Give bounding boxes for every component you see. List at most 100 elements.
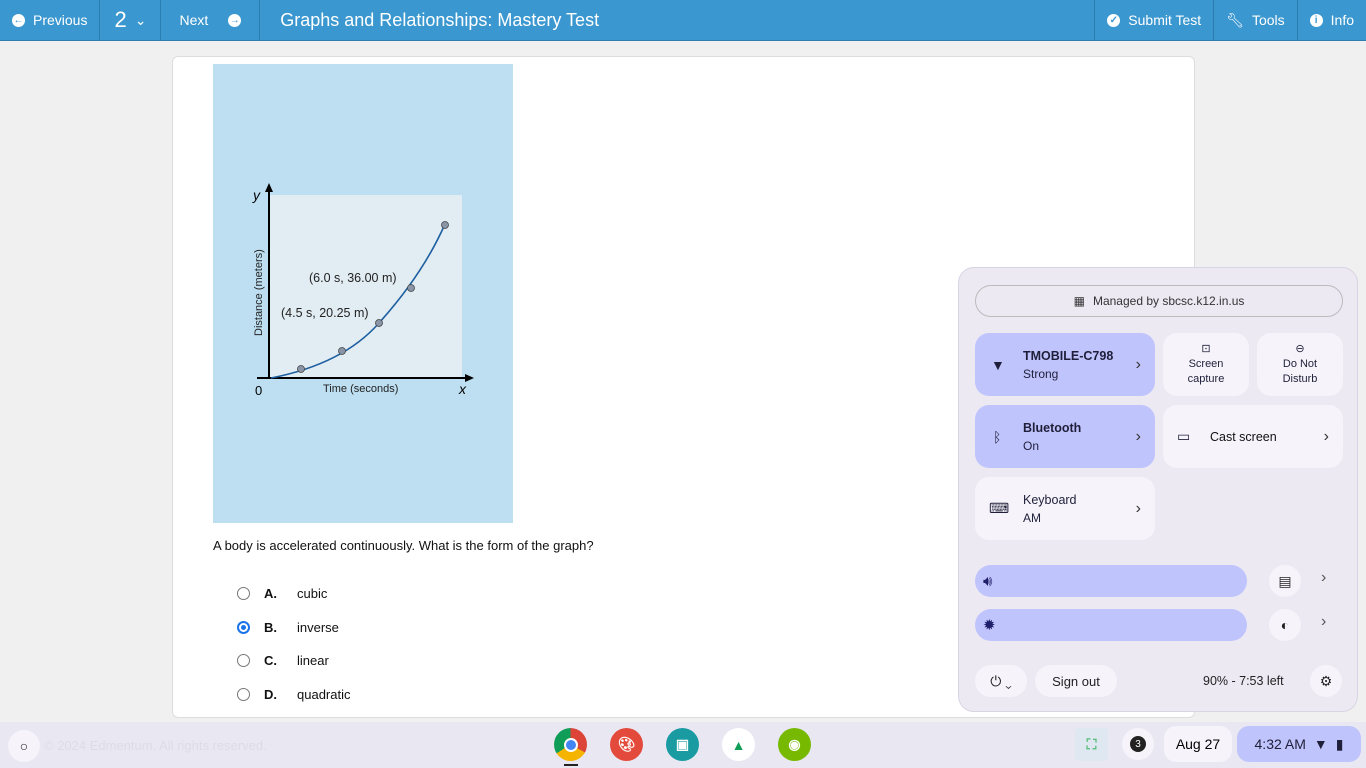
x-axis-letter: x [458,381,467,397]
option-b[interactable]: B. inverse [237,620,339,635]
status-area-button[interactable]: 4:32 AM ▼ ▮ [1237,726,1361,762]
question-number: 2 [114,7,127,32]
info-button[interactable]: i Info [1296,0,1366,40]
chevron-right-icon: › [1135,499,1141,517]
cast-screen-tile[interactable]: ▭ Cast screen › [1163,405,1343,468]
submit-label: Submit Test [1128,12,1202,28]
info-icon: i [1309,13,1323,27]
radio-button-selected[interactable] [237,621,250,634]
bluetooth-tile[interactable]: ᛒ Bluetooth On › [975,405,1155,468]
chevron-right-icon: › [1135,355,1141,373]
brightness-icon: ✹ [983,617,996,634]
cast-label: Cast screen [1210,429,1277,444]
graph-figure: y x 0 Time (seconds) Distance (meters) (… [213,64,513,523]
next-label: Next [179,12,209,28]
building-icon: ▦ [1073,294,1085,308]
gear-icon: ⚙ [1319,672,1333,689]
notification-badge[interactable]: 3 [1122,728,1154,760]
cast-icon: ▭ [1177,428,1191,444]
audio-settings-chevron-icon[interactable]: › [1321,569,1326,587]
graph-svg: y x 0 Time (seconds) Distance (meters) (… [252,183,474,398]
question-selector[interactable]: 2 ⌄ [100,0,162,40]
option-letter: C. [264,653,277,668]
tote-icon[interactable]: ⛶ [1075,728,1108,761]
page-title: Graphs and Relationships: Mastery Test [280,9,600,30]
wifi-lock-icon: ▼ [991,356,1005,373]
option-letter: D. [264,687,277,702]
option-text: linear [297,653,329,668]
active-indicator [564,764,578,766]
bluetooth-icon: ᛒ [993,428,1002,445]
submit-test-button[interactable]: ✓ Submit Test [1094,0,1213,40]
wrench-icon: 🔧︎ [1226,11,1244,28]
power-icon: ⏻ ⌄ [990,672,1012,689]
keyboard-icon: ⌨ [989,500,1010,516]
wifi-status: Strong [1023,366,1059,381]
night-light-off-icon: ◐ [1280,617,1290,633]
previous-button[interactable]: ← Previous [0,0,101,40]
option-text: inverse [297,620,339,635]
data-point [407,284,415,292]
radio-button[interactable] [237,688,250,701]
footer-text: © 2024 Edmentum. All rights reserved. [44,738,267,753]
battery-status: 90% - 7:53 left [1203,674,1284,688]
settings-button[interactable]: ⚙ [1310,665,1342,697]
top-toolbar: ← Previous 2 ⌄ Next → Graphs and Relationsh… [0,0,1366,41]
chrome-app-icon[interactable] [554,728,587,761]
classroom-app-icon[interactable]: ▣ [666,728,699,761]
display-settings-chevron-icon[interactable]: › [1321,613,1326,631]
keyboard-tile[interactable]: ⌨ Keyboard AM › [975,477,1155,540]
screen-capture-icon: ⊡ [1201,343,1211,355]
dnd-icon: ⊖ [1295,343,1305,355]
data-point [297,365,305,373]
data-point [375,319,383,327]
bluetooth-status: On [1023,438,1040,453]
tools-button[interactable]: 🔧︎ Tools [1213,0,1296,40]
power-menu-button[interactable]: ⏻ ⌄ [975,665,1027,697]
date-text: Aug 27 [1175,736,1221,752]
option-text: cubic [297,586,328,601]
question-text: A body is accelerated continuously. What… [213,538,594,553]
arrow-right-icon: → [228,13,242,27]
keyboard-name: Keyboard [1023,492,1077,507]
captions-toggle[interactable]: ▤ [1269,565,1301,597]
y-axis-label: Distance (meters) [253,249,265,336]
launcher-circle-icon: ○ [19,738,29,754]
drive-app-icon[interactable]: ▲ [722,728,755,761]
nvidia-app-icon[interactable]: ◉ [778,728,811,761]
option-a[interactable]: A. cubic [237,586,327,601]
option-c[interactable]: C. linear [237,653,329,668]
date-button[interactable]: Aug 27 [1164,726,1232,762]
launcher-button[interactable]: ○ [8,730,40,762]
chevron-down-icon: ⌄ [134,11,147,28]
tools-label: Tools [1251,12,1285,28]
origin-label: 0 [255,383,262,398]
clock-text: 4:32 AM [1254,736,1306,752]
radio-button[interactable] [237,654,250,667]
screen-capture-tile[interactable]: ⊡ Screen capture [1163,333,1249,396]
option-letter: B. [264,620,277,635]
arrow-left-icon: ← [12,13,25,27]
sign-out-button[interactable]: Sign out [1035,665,1117,697]
night-light-toggle[interactable]: ◐ [1269,609,1301,641]
managed-badge[interactable]: ▦ Managed by sbcsc.k12.in.us [975,285,1343,317]
wifi-tile[interactable]: ▼ TMOBILE-C798 Strong › [975,333,1155,396]
check-circle-icon: ✓ [1107,13,1121,27]
notification-count: 3 [1130,736,1146,752]
dnd-label: Do Not Disturb [1282,358,1318,385]
managed-text: Managed by sbcsc.k12.in.us [1092,294,1245,308]
x-axis-label: Time (seconds) [323,383,398,395]
next-button[interactable]: Next → [161,0,261,40]
wifi-name: TMOBILE-C798 [1023,348,1114,363]
paint-app-icon[interactable]: 🎨︎ [610,728,643,761]
brightness-slider[interactable]: ✹ [975,609,1247,641]
do-not-disturb-tile[interactable]: ⊖ Do Not Disturb [1257,333,1343,396]
option-d[interactable]: D. quadratic [237,687,350,702]
volume-icon: 🔊︎ [983,572,993,590]
radio-button[interactable] [237,587,250,600]
volume-slider[interactable]: 🔊︎ [975,565,1247,597]
battery-icon: ▮ [1335,735,1344,752]
captions-off-icon: ▤ [1278,572,1292,589]
quick-settings-panel: ▦ Managed by sbcsc.k12.in.us ▼ TMOBILE-C7… [958,267,1358,712]
bluetooth-name: Bluetooth [1023,420,1082,435]
